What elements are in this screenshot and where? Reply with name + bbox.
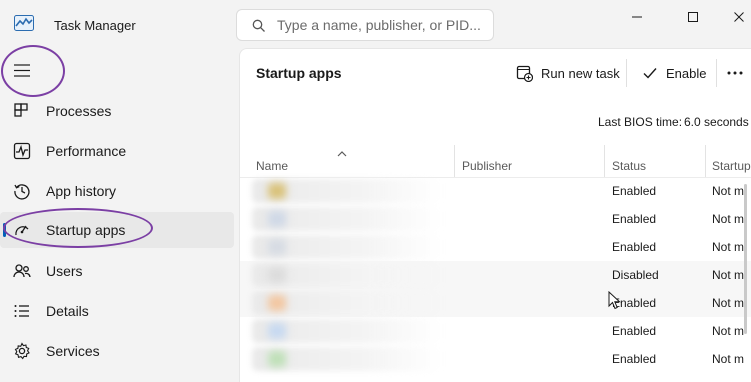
window-title: Task Manager <box>54 18 136 33</box>
sidebar-item-label: Performance <box>46 143 127 159</box>
sidebar-item-performance[interactable]: Performance <box>0 133 234 169</box>
blurred-app-icon <box>268 239 286 255</box>
sidebar-item-details[interactable]: Details <box>0 293 234 329</box>
sidebar-item-label: App history <box>46 183 117 199</box>
table-row[interactable]: Enabled Not m <box>240 289 751 317</box>
close-button[interactable] <box>725 8 751 26</box>
table-row[interactable]: Enabled Not m <box>240 233 751 261</box>
column-header-publisher[interactable]: Publisher <box>462 159 512 173</box>
startup-impact-cell: Not m <box>712 240 745 254</box>
column-header-status[interactable]: Status <box>612 159 646 173</box>
maximize-icon <box>688 12 698 22</box>
status-cell: Enabled <box>612 324 657 338</box>
page-title: Startup apps <box>256 65 342 81</box>
startup-impact-cell: Not m <box>712 352 745 366</box>
more-options-icon <box>727 71 743 75</box>
sidebar-item-label: Startup apps <box>46 222 126 238</box>
sidebar-item-users[interactable]: Users <box>0 253 234 289</box>
run-new-task-icon <box>516 65 533 82</box>
enable-label: Enable <box>666 66 707 81</box>
hamburger-icon <box>14 64 30 77</box>
startup-impact-cell: Not m <box>712 268 745 282</box>
close-icon <box>734 12 744 22</box>
status-cell: Disabled <box>612 268 659 282</box>
column-separator[interactable] <box>454 145 455 177</box>
vertical-scrollbar[interactable] <box>744 184 747 334</box>
services-icon <box>13 342 31 360</box>
toolbar-divider <box>626 59 627 87</box>
blurred-app-icon <box>268 295 286 311</box>
status-cell: Enabled <box>612 240 657 254</box>
sidebar-item-processes[interactable]: Processes <box>0 93 234 129</box>
sidebar-item-label: Services <box>46 343 100 359</box>
bios-time-value: 6.0 seconds <box>684 115 749 129</box>
search-input[interactable] <box>277 11 489 39</box>
navigation-menu-button[interactable] <box>6 53 42 89</box>
status-cell: Enabled <box>612 184 657 198</box>
startup-impact-cell: Not m <box>712 324 745 338</box>
maximize-button[interactable] <box>679 8 707 26</box>
more-options-button[interactable] <box>726 61 748 85</box>
toolbar-divider <box>716 59 717 87</box>
startup-impact-cell: Not m <box>712 212 745 226</box>
performance-icon <box>13 142 31 160</box>
column-header-name[interactable]: Name <box>256 159 288 173</box>
status-cell: Enabled <box>612 352 657 366</box>
blurred-app-icon <box>268 183 286 199</box>
task-manager-app-icon <box>14 15 34 31</box>
processes-icon <box>13 102 31 120</box>
search-box[interactable] <box>236 9 494 41</box>
column-header-startup-impact[interactable]: Startup <box>712 159 751 173</box>
sidebar-item-app-history[interactable]: App history <box>0 173 234 209</box>
sidebar-item-label: Details <box>46 303 89 319</box>
table-row[interactable]: Enabled Not m <box>240 205 751 233</box>
table-row[interactable]: Enabled Not m <box>240 345 751 373</box>
active-indicator <box>3 223 6 237</box>
column-separator[interactable] <box>705 145 706 177</box>
run-new-task-label: Run new task <box>541 66 620 81</box>
details-icon <box>13 302 31 320</box>
run-new-task-button[interactable]: Run new task <box>516 61 620 87</box>
minimize-button[interactable] <box>623 8 651 26</box>
minimize-icon <box>632 16 642 18</box>
sort-ascending-icon[interactable] <box>336 145 348 157</box>
table-row[interactable]: Enabled Not m <box>240 317 751 345</box>
sidebar-item-label: Processes <box>46 103 112 119</box>
table-row[interactable]: Disabled Not m <box>240 261 751 289</box>
sidebar-item-label: Users <box>46 263 83 279</box>
history-icon <box>13 182 31 200</box>
blurred-app-icon <box>268 323 286 339</box>
mouse-cursor-icon <box>608 290 622 311</box>
blurred-app-icon <box>268 351 286 367</box>
column-separator[interactable] <box>604 145 605 177</box>
main-panel: Startup apps Run new task Enable Last BI… <box>239 48 751 382</box>
search-icon <box>252 19 266 33</box>
checkmark-icon <box>643 68 657 79</box>
bios-time-label: Last BIOS time: <box>598 115 683 129</box>
sidebar-item-startup-apps[interactable]: Startup apps <box>0 212 234 248</box>
table-row[interactable]: Enabled Not m <box>240 177 751 205</box>
users-icon <box>13 262 31 280</box>
title-bar: Task Manager <box>0 0 751 46</box>
blurred-app-icon <box>268 211 286 227</box>
status-cell: Enabled <box>612 212 657 226</box>
enable-button[interactable]: Enable <box>642 61 708 87</box>
startup-impact-cell: Not m <box>712 184 745 198</box>
startup-icon <box>13 221 31 239</box>
blurred-app-icon <box>268 267 286 283</box>
sidebar-item-services[interactable]: Services <box>0 333 234 369</box>
startup-impact-cell: Not m <box>712 296 745 310</box>
